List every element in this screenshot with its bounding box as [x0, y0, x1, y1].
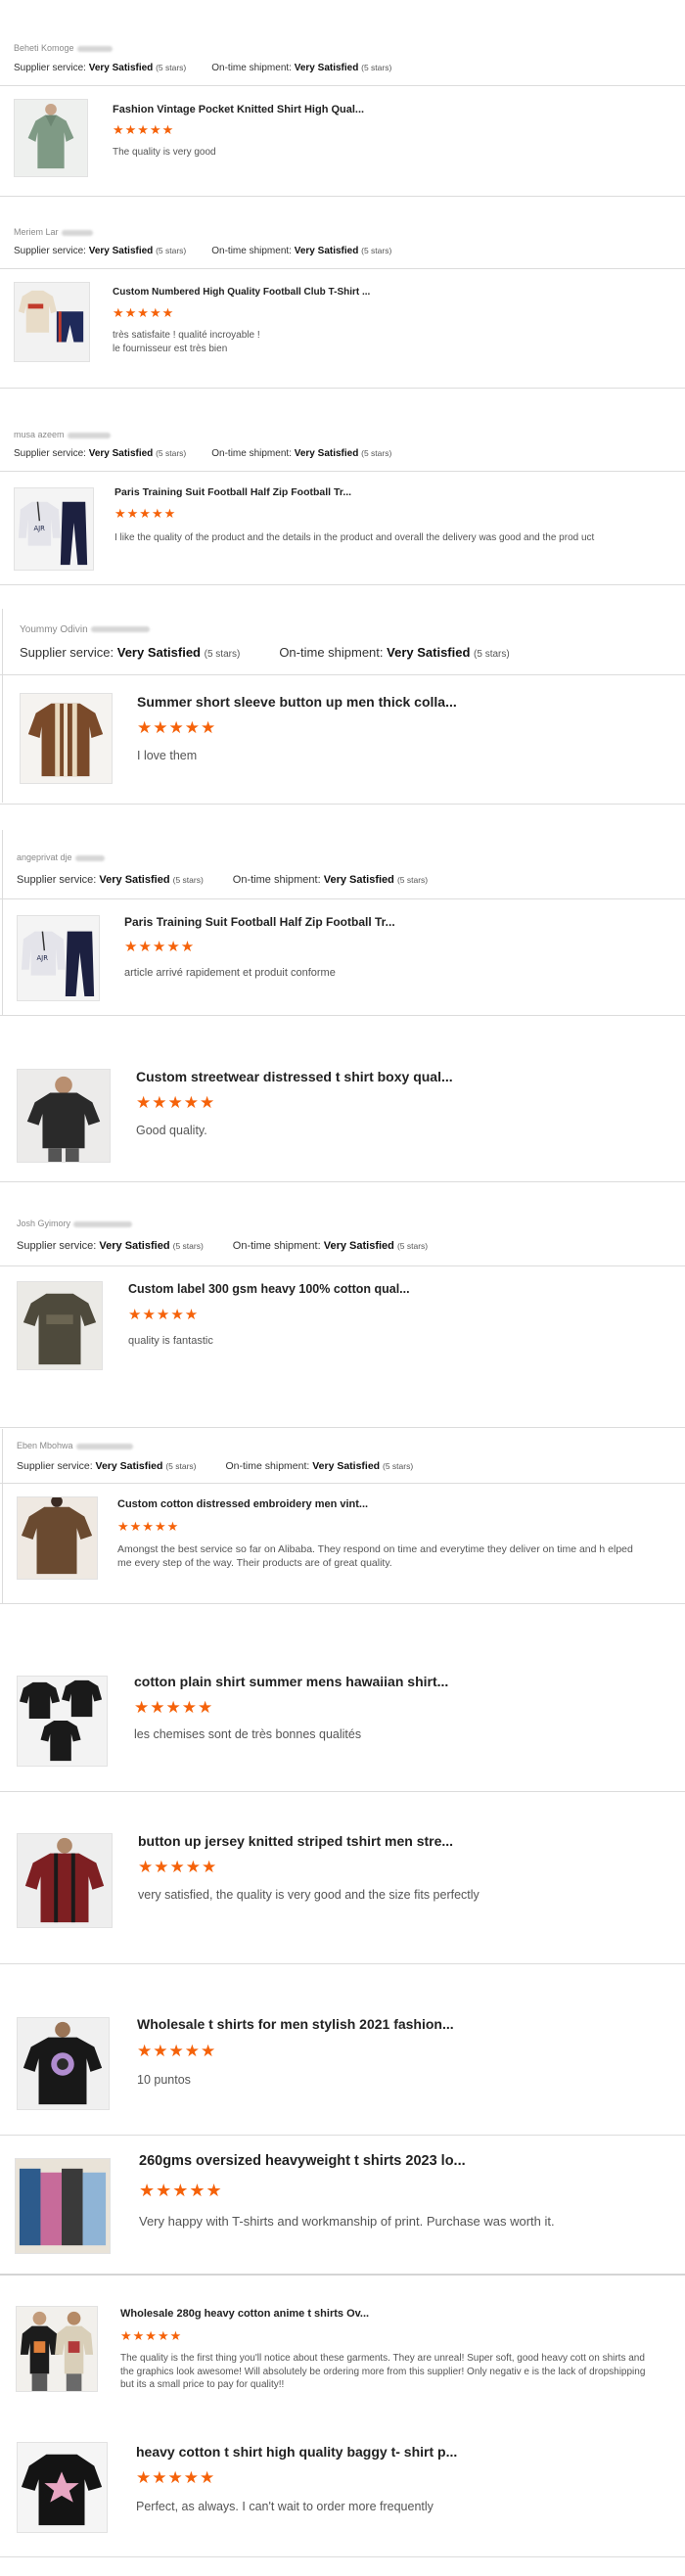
star-print-tshirt-icon [18, 2443, 107, 2532]
training-suit-icon: AJR [18, 916, 99, 1000]
review-comment: I love them [137, 749, 198, 762]
reviewer-name: angeprivat dje [17, 852, 105, 862]
football-kit-icon [15, 283, 89, 361]
product-title[interactable]: Wholesale t shirts for men stylish 2021 … [137, 2016, 454, 2032]
review-comment: quality is fantastic [128, 1335, 213, 1347]
review-comment: very satisfied, the quality is very good… [138, 1888, 480, 1902]
product-title[interactable]: Custom Numbered High Quality Football Cl… [113, 287, 370, 298]
product-thumbnail[interactable]: AJR [17, 915, 100, 1001]
product-thumbnail[interactable] [20, 693, 113, 784]
rating-summary: Supplier service: Very Satisfied (5 star… [17, 874, 429, 886]
brown-tshirt-icon [18, 1497, 97, 1579]
review-comment: The quality is the first thing you'll no… [120, 2353, 646, 2390]
reviewer-name: Eben Mbohwa [17, 1441, 133, 1450]
product-title[interactable]: Fashion Vintage Pocket Knitted Shirt Hig… [113, 104, 364, 115]
heavy-tshirt-icon [18, 1282, 102, 1369]
reviewer-name: Yoummy Odivin [20, 624, 150, 635]
rating-summary: Supplier service: Very Satisfied (5 star… [17, 1460, 414, 1472]
distressed-tshirt-icon [18, 1070, 110, 1162]
review-comment: Good quality. [136, 1124, 207, 1137]
star-rating: ★★★★★ [113, 305, 175, 320]
anime-tshirt-icon [17, 2307, 97, 2391]
black-shirts-icon [18, 1677, 107, 1766]
reviewer-name: Meriem Lar [14, 227, 93, 237]
star-rating: ★★★★★ [124, 939, 196, 955]
rating-summary: Supplier service: Very Satisfied (5 star… [14, 63, 392, 73]
star-rating: ★★★★★ [113, 122, 175, 137]
review-comment: I like the quality of the product and th… [114, 532, 595, 543]
product-title[interactable]: 260gms oversized heavyweight t shirts 20… [139, 2153, 466, 2169]
product-thumbnail[interactable] [17, 1833, 113, 1928]
review-comment: Very happy with T-shirts and workmanship… [139, 2214, 555, 2229]
rating-summary: Supplier service: Very Satisfied (5 star… [20, 645, 510, 660]
product-title[interactable]: Paris Training Suit Football Half Zip Fo… [114, 486, 351, 498]
reviewer-name: Beheti Komoge [14, 43, 113, 53]
rating-summary: Supplier service: Very Satisfied (5 star… [17, 1240, 429, 1252]
reviewer-name: Josh Gyimory [17, 1219, 133, 1228]
product-title[interactable]: Custom cotton distressed embroidery men … [117, 1498, 368, 1510]
product-thumbnail[interactable] [14, 99, 88, 177]
star-rating: ★★★★★ [120, 2328, 183, 2343]
product-title[interactable]: Custom streetwear distressed t shirt box… [136, 1069, 453, 1084]
review-comment: article arrivé rapidement et produit con… [124, 967, 336, 979]
product-title[interactable]: cotton plain shirt summer mens hawaiian … [134, 1674, 448, 1689]
product-title[interactable]: Custom label 300 gsm heavy 100% cotton q… [128, 1282, 410, 1296]
star-rating: ★★★★★ [139, 2181, 223, 2200]
color-tshirts-icon [16, 2159, 110, 2253]
product-thumbnail[interactable]: AJR [14, 487, 94, 571]
svg-text:AJR: AJR [34, 525, 46, 532]
product-title[interactable]: button up jersey knitted striped tshirt … [138, 1833, 453, 1849]
product-thumbnail[interactable] [16, 2306, 98, 2392]
red-striped-shirt-icon [18, 1834, 112, 1927]
product-title[interactable]: Wholesale 280g heavy cotton anime t shir… [120, 2308, 369, 2320]
review-comment: les chemises sont de très bonnes qualité… [134, 1727, 362, 1741]
product-title[interactable]: Summer short sleeve button up men thick … [137, 694, 457, 710]
star-rating: ★★★★★ [117, 1519, 180, 1534]
rating-summary: Supplier service: Very Satisfied (5 star… [14, 448, 392, 459]
star-rating: ★★★★★ [134, 1698, 214, 1717]
product-thumbnail[interactable] [17, 1496, 98, 1580]
star-rating: ★★★★★ [137, 718, 217, 737]
product-thumbnail[interactable] [17, 1069, 111, 1163]
review-comment: The quality is very good [113, 147, 216, 158]
product-thumbnail[interactable] [17, 2017, 110, 2110]
svg-text:AJR: AJR [37, 954, 49, 962]
star-rating: ★★★★★ [136, 2468, 216, 2487]
product-thumbnail[interactable] [14, 282, 90, 362]
graphic-tshirt-icon [18, 2018, 109, 2109]
review-comment: Amongst the best service so far on Aliba… [117, 1543, 633, 1570]
striped-button-shirt-icon [21, 694, 112, 783]
star-rating: ★★★★★ [138, 1858, 218, 1876]
product-title[interactable]: Paris Training Suit Football Half Zip Fo… [124, 915, 395, 929]
review-comment: Perfect, as always. I can't wait to orde… [136, 2500, 434, 2513]
green-polo-shirt-icon [15, 100, 87, 176]
product-thumbnail[interactable] [17, 1676, 108, 1767]
star-rating: ★★★★★ [114, 506, 177, 521]
training-suit-icon: AJR [15, 488, 93, 570]
product-thumbnail[interactable] [17, 2442, 108, 2533]
product-thumbnail[interactable] [15, 2158, 111, 2254]
product-thumbnail[interactable] [17, 1281, 103, 1370]
star-rating: ★★★★★ [137, 2042, 217, 2060]
star-rating: ★★★★★ [128, 1307, 200, 1323]
star-rating: ★★★★★ [136, 1093, 216, 1112]
reviewer-name: musa azeem [14, 430, 111, 439]
rating-summary: Supplier service: Very Satisfied (5 star… [14, 246, 392, 256]
review-comment: très satisfaite ! qualité incroyable ! l… [113, 330, 260, 354]
review-comment: 10 puntos [137, 2073, 191, 2087]
product-title[interactable]: heavy cotton t shirt high quality baggy … [136, 2444, 457, 2460]
